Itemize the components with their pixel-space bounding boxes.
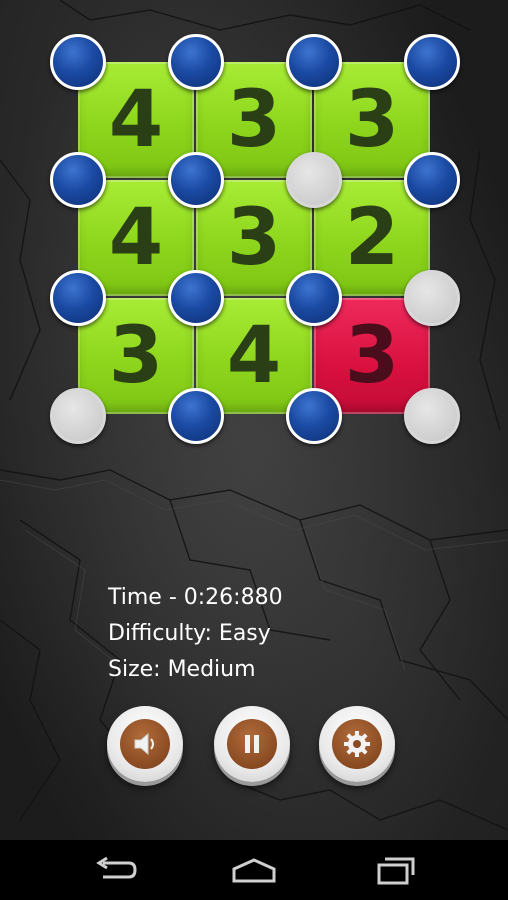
gear-icon <box>332 719 382 769</box>
node-0-0[interactable] <box>50 34 106 90</box>
home-button[interactable] <box>224 850 284 890</box>
back-button[interactable] <box>84 850 144 890</box>
back-icon <box>96 856 137 879</box>
pause-icon <box>227 719 277 769</box>
recent-apps-icon <box>377 857 415 885</box>
node-2-2[interactable] <box>286 270 342 326</box>
timer-label: Time - 0:26:880 <box>108 585 283 610</box>
node-0-1[interactable] <box>168 34 224 90</box>
node-2-1[interactable] <box>168 270 224 326</box>
android-nav-bar <box>0 840 508 900</box>
pause-button[interactable] <box>214 706 290 782</box>
size-label: Size: Medium <box>108 657 256 682</box>
recent-apps-button[interactable] <box>366 850 426 890</box>
node-3-2[interactable] <box>286 388 342 444</box>
node-0-2[interactable] <box>286 34 342 90</box>
node-3-1[interactable] <box>168 388 224 444</box>
node-3-3[interactable] <box>404 388 460 444</box>
node-1-0[interactable] <box>50 152 106 208</box>
node-1-1[interactable] <box>168 152 224 208</box>
node-3-0[interactable] <box>50 388 106 444</box>
node-2-0[interactable] <box>50 270 106 326</box>
settings-button[interactable] <box>319 706 395 782</box>
node-2-3[interactable] <box>404 270 460 326</box>
home-icon <box>232 858 276 883</box>
node-0-3[interactable] <box>404 34 460 90</box>
node-1-2[interactable] <box>286 152 342 208</box>
puzzle-board: 433432343 <box>0 0 508 460</box>
node-1-3[interactable] <box>404 152 460 208</box>
game-info: Time - 0:26:880 Difficulty: Easy Size: M… <box>108 580 283 688</box>
speaker-icon <box>120 719 170 769</box>
difficulty-label: Difficulty: Easy <box>108 621 271 646</box>
sound-button[interactable] <box>107 706 183 782</box>
